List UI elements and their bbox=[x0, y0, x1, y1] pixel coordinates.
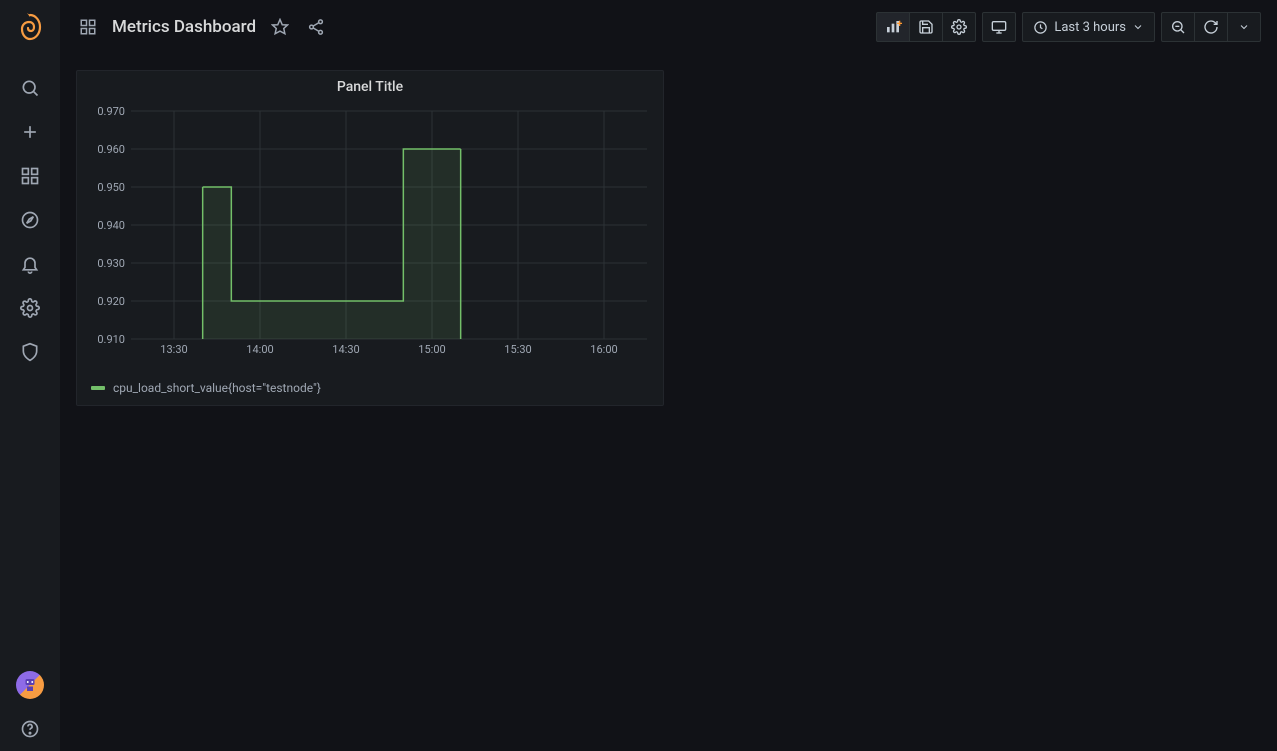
time-range-button[interactable]: Last 3 hours bbox=[1022, 12, 1155, 42]
refresh-button[interactable] bbox=[1194, 12, 1228, 42]
chart: 0.910 0.920 0.930 0.940 0.950 0.960 0.970 13:30… bbox=[77, 99, 663, 375]
page-title: Metrics Dashboard bbox=[112, 17, 256, 37]
time-range-label: Last 3 hours bbox=[1054, 20, 1126, 35]
panel[interactable]: Panel Title 0.9100.9200.9300.9400.9500.9… bbox=[76, 70, 664, 406]
search-icon[interactable] bbox=[0, 66, 60, 110]
svg-text:0.960: 0.960 bbox=[97, 143, 125, 156]
compass-icon[interactable] bbox=[0, 198, 60, 242]
help-icon[interactable] bbox=[0, 707, 60, 751]
svg-text:13:30: 13:30 bbox=[160, 343, 187, 356]
svg-text:14:30: 14:30 bbox=[332, 343, 359, 356]
svg-text:0.910: 0.910 bbox=[97, 333, 125, 346]
clock-icon bbox=[1033, 20, 1048, 35]
svg-text:16:00: 16:00 bbox=[590, 343, 617, 356]
avatar[interactable] bbox=[16, 671, 44, 699]
chevron-down-icon bbox=[1132, 21, 1144, 33]
svg-text:14:00: 14:00 bbox=[246, 343, 273, 356]
share-icon[interactable] bbox=[304, 15, 328, 39]
settings-button[interactable] bbox=[942, 12, 976, 42]
legend-swatch bbox=[91, 386, 105, 390]
add-panel-button[interactable]: + bbox=[876, 12, 910, 42]
grafana-logo[interactable] bbox=[12, 10, 48, 46]
save-button[interactable] bbox=[909, 12, 943, 42]
zoom-out-button[interactable] bbox=[1161, 12, 1195, 42]
star-icon[interactable] bbox=[268, 15, 292, 39]
shield-icon[interactable] bbox=[0, 330, 60, 374]
legend[interactable]: cpu_load_short_value{host="testnode"} bbox=[77, 375, 663, 405]
svg-text:15:00: 15:00 bbox=[418, 343, 445, 356]
legend-label: cpu_load_short_value{host="testnode"} bbox=[113, 381, 321, 395]
tv-mode-button[interactable] bbox=[982, 12, 1016, 42]
topbar: Metrics Dashboard + bbox=[60, 0, 1277, 54]
svg-text:0.930: 0.930 bbox=[97, 257, 125, 270]
sidebar bbox=[0, 0, 60, 751]
panel-title: Panel Title bbox=[77, 71, 663, 99]
svg-text:0.970: 0.970 bbox=[97, 105, 125, 118]
bell-icon[interactable] bbox=[0, 242, 60, 286]
plus-icon[interactable] bbox=[0, 110, 60, 154]
svg-text:15:30: 15:30 bbox=[504, 343, 531, 356]
svg-text:0.950: 0.950 bbox=[97, 181, 125, 194]
svg-text:0.940: 0.940 bbox=[97, 219, 125, 232]
svg-text:0.920: 0.920 bbox=[97, 295, 125, 308]
dashboards-icon[interactable] bbox=[0, 154, 60, 198]
grid-icon[interactable] bbox=[76, 15, 100, 39]
gear-icon[interactable] bbox=[0, 286, 60, 330]
refresh-interval-button[interactable] bbox=[1227, 12, 1261, 42]
